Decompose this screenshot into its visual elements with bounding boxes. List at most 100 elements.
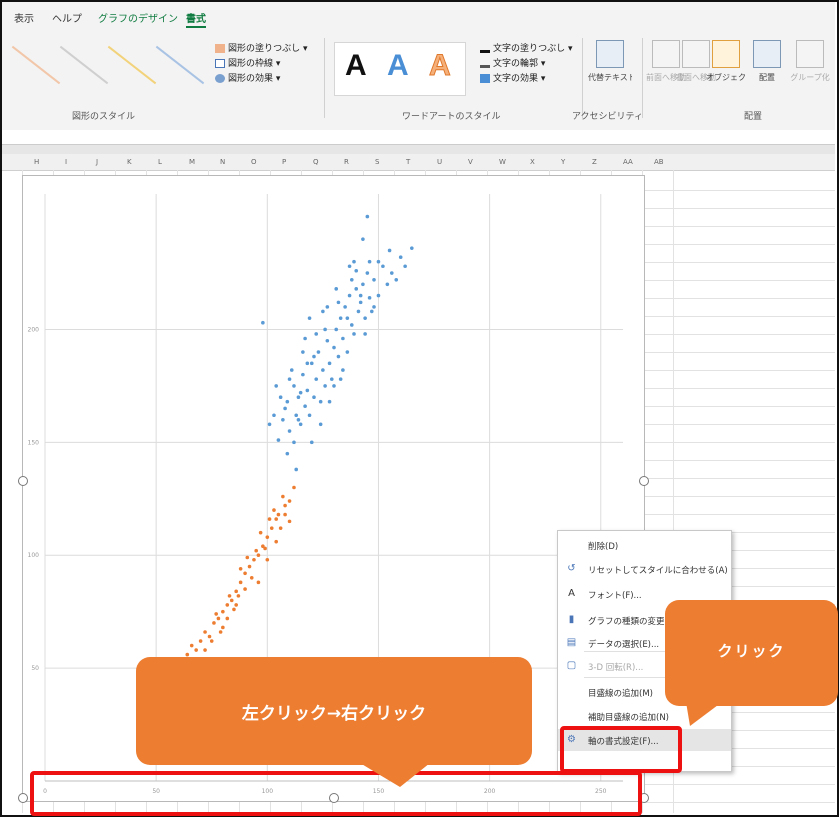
column-header[interactable]: T [406,158,410,166]
column-header[interactable]: P [282,158,286,166]
data-point [267,517,272,521]
wordart-group-label: ワードアートのスタイル [402,112,501,122]
column-header[interactable]: AA [623,158,633,166]
arrange-group-label: 配置 [744,112,763,122]
column-header[interactable]: N [220,158,225,166]
data-point [385,282,390,287]
column-header[interactable]: H [34,158,39,166]
column-header[interactable]: X [530,158,535,166]
data-point [356,309,361,314]
column-header[interactable]: Y [561,158,565,166]
column-header[interactable]: O [251,158,257,166]
data-point [247,564,252,569]
data-point [305,361,310,366]
data-point [283,503,287,508]
data-point [252,557,256,562]
chart-type-icon: ▮ [568,614,575,625]
data-point [341,368,345,372]
style-swatch[interactable] [11,45,61,85]
style-swatch[interactable] [59,45,109,85]
column-header[interactable]: Z [592,158,597,166]
alt-text-icon [596,40,624,68]
context-menu-item[interactable]: 削除(D) [558,534,731,556]
data-point [372,277,376,282]
column-header[interactable]: S [375,158,379,166]
data-point [394,277,399,282]
data-point [263,546,267,551]
data-point [258,530,263,535]
tab-format[interactable]: 書式 [186,10,206,28]
data-point [256,553,261,558]
divider [324,38,325,118]
data-point [287,519,292,524]
style-swatch[interactable] [155,45,205,85]
shape-style-gallery[interactable] [10,40,206,96]
paint-bucket-icon [215,44,225,53]
data-point [365,271,370,275]
data-point [345,316,350,320]
align-button[interactable]: 配置 [752,40,782,104]
column-header[interactable]: W [499,158,506,166]
selection-pane-button[interactable]: オブジェクトの選択と表示 [706,40,746,104]
callout-click: クリック [665,600,838,706]
column-header[interactable]: J [96,158,98,166]
shape-fill-button[interactable]: 図形の塗りつぶし ▾ [215,42,307,57]
accessibility-group-label: アクセシビリティ [572,112,644,122]
data-point [309,440,314,445]
reset-icon: ↺ [567,563,576,574]
data-point [289,368,294,372]
data-point [349,323,354,327]
y-tick-label: 200 [28,326,40,333]
data-point [376,293,381,298]
style-swatch[interactable] [107,45,157,85]
column-header[interactable]: Q [313,158,319,166]
data-point [309,361,314,366]
data-point [343,305,347,309]
shape-effects-button[interactable]: 図形の効果 ▾ [215,72,307,87]
data-point [276,438,281,442]
horizontal-axis-highlight [30,771,642,816]
data-point [276,512,281,517]
wordart-style-orange[interactable]: A [429,49,452,83]
column-header[interactable]: V [468,158,473,166]
text-fill-button[interactable]: 文字の塗りつぶし ▾ [480,42,572,57]
alt-text-button[interactable]: 代替テキスト [588,40,632,104]
column-header[interactable]: I [65,158,67,166]
resize-handle-left[interactable] [18,476,28,486]
column-header[interactable]: K [127,158,132,166]
resize-handle-right[interactable] [639,476,649,486]
column-header[interactable]: M [189,158,195,166]
tab-chart-design[interactable]: グラフのデザイン [98,10,178,25]
tab-view[interactable]: 表示 [14,10,34,25]
data-point [274,517,278,521]
text-outline-button[interactable]: 文字の輪郭 ▾ [480,57,572,72]
text-effects-button[interactable]: 文字の効果 ▾ [480,72,572,87]
data-point [269,526,274,530]
data-point [287,377,292,381]
resize-handle-bottom-left[interactable] [18,793,28,803]
callout-pointer [360,763,430,787]
column-header[interactable]: L [158,158,162,166]
data-point [265,557,270,562]
group-button[interactable]: グループ化 [790,40,830,104]
column-header[interactable]: AB [654,158,664,166]
data-point [281,417,285,422]
selection-pane-icon [712,40,740,68]
data-point [207,634,212,639]
tab-help[interactable]: ヘルプ [52,10,82,25]
data-point [367,259,372,264]
wordart-style-blue[interactable]: A [387,49,409,83]
shape-outline-button[interactable]: 図形の枠線 ▾ [215,57,307,72]
data-point [227,594,232,598]
data-point [285,399,290,404]
context-menu-item[interactable]: ↺ リセットしてスタイルに合わせる(A) [558,558,731,580]
data-point [323,327,327,332]
shape-styles-group-label: 図形のスタイル [72,112,136,122]
column-header[interactable]: R [344,158,349,166]
wordart-gallery[interactable]: A A A [334,42,466,96]
data-point [369,309,374,314]
column-header[interactable]: U [437,158,442,166]
data-point [301,350,305,354]
wordart-style-black[interactable]: A [345,49,367,83]
data-point [316,350,321,354]
